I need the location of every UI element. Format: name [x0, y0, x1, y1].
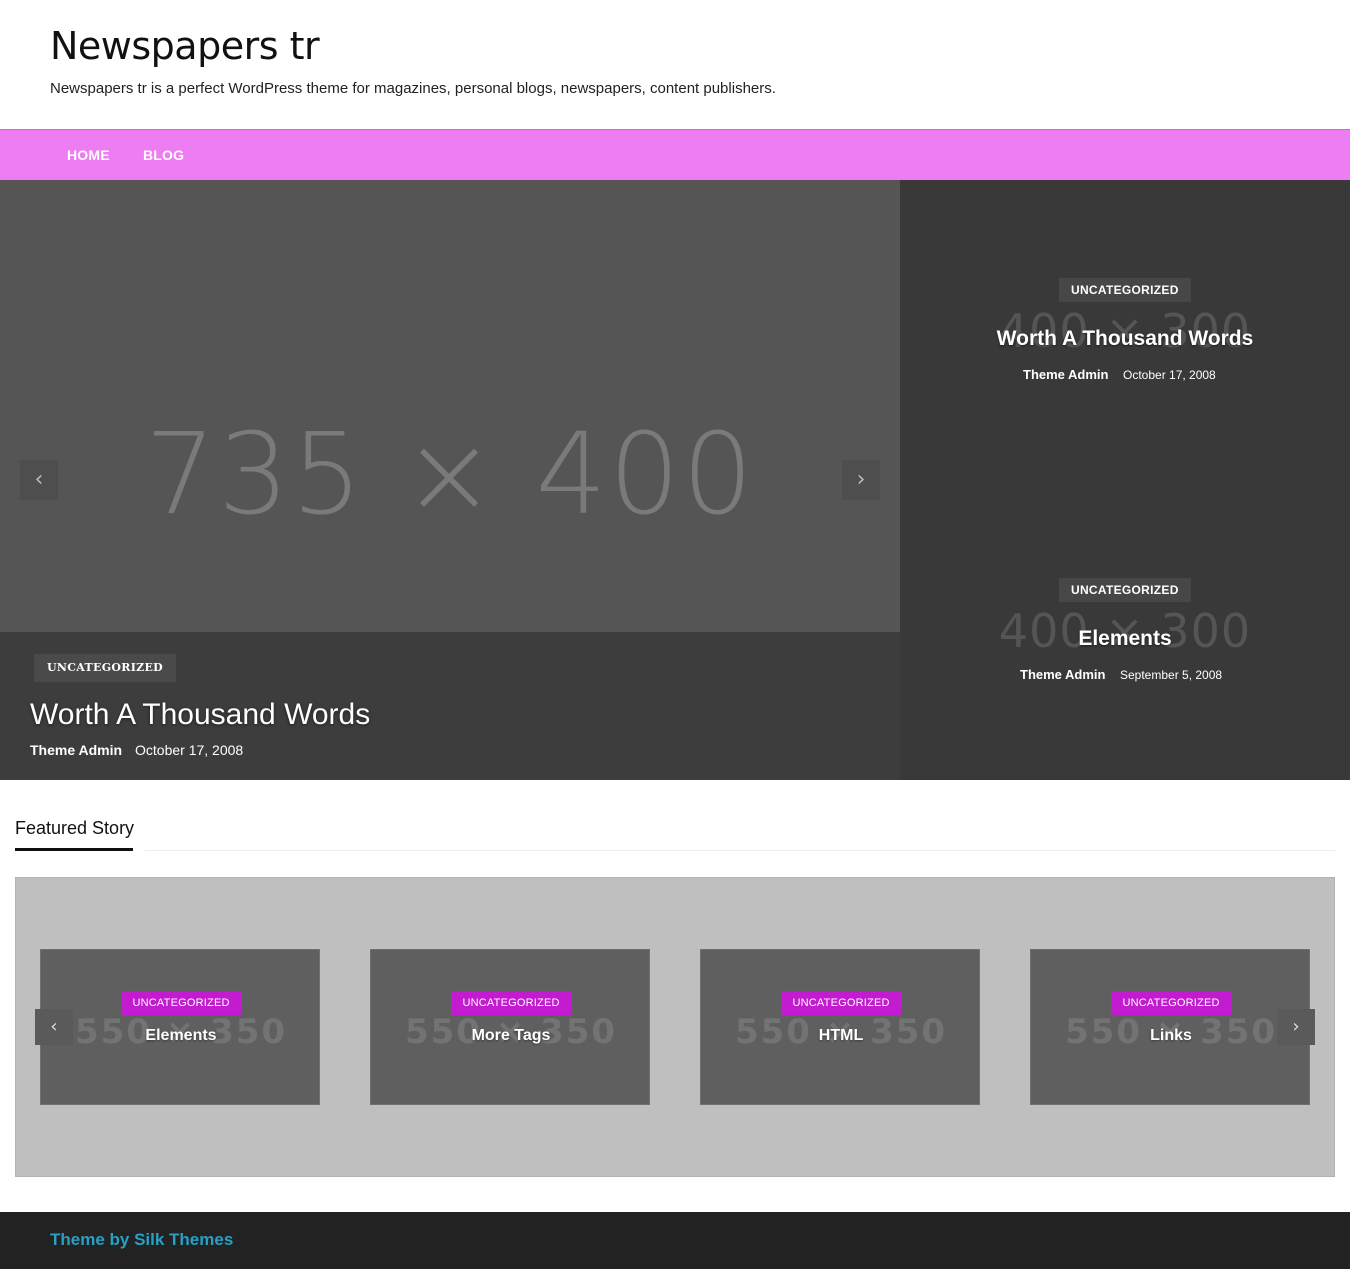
side-post-category-badge[interactable]: UNCATEGORIZED: [1059, 278, 1191, 302]
featured-card-title[interactable]: Elements: [41, 1027, 319, 1045]
site-title[interactable]: Newspapers tr: [50, 24, 320, 68]
featured-card-title[interactable]: More Tags: [371, 1027, 649, 1045]
hero-next-button[interactable]: ›: [842, 460, 880, 500]
main-navigation: HOME BLOG: [0, 129, 1350, 180]
featured-divider: [145, 850, 1335, 851]
footer-credit-link[interactable]: Theme by Silk Themes: [50, 1230, 233, 1250]
featured-heading-underline: [15, 848, 133, 851]
featured-card-category-badge[interactable]: UNCATEGORIZED: [780, 991, 902, 1015]
side-post-author[interactable]: Theme Admin: [1023, 367, 1108, 382]
chevron-left-icon: ‹: [50, 1016, 58, 1037]
featured-card-category-badge[interactable]: UNCATEGORIZED: [450, 991, 572, 1015]
site-description: Newspapers tr is a perfect WordPress the…: [50, 80, 776, 97]
nav-item-blog[interactable]: BLOG: [143, 147, 184, 163]
side-post-title[interactable]: Worth A Thousand Words: [900, 327, 1350, 351]
nav-item-home[interactable]: HOME: [67, 147, 110, 163]
featured-card-category-badge[interactable]: UNCATEGORIZED: [120, 991, 242, 1015]
featured-story-heading: Featured Story: [15, 818, 135, 838]
hero-prev-button[interactable]: ‹: [20, 460, 58, 500]
featured-card-title[interactable]: HTML: [701, 1027, 979, 1045]
side-post-author[interactable]: Theme Admin: [1020, 667, 1105, 682]
site-footer: Theme by Silk Themes: [0, 1212, 1350, 1269]
side-post-title[interactable]: Elements: [900, 627, 1350, 651]
featured-card[interactable]: 550 × 350 UNCATEGORIZED HTML: [700, 949, 980, 1105]
chevron-left-icon: ‹: [34, 467, 44, 492]
hero-category-badge[interactable]: UNCATEGORIZED: [34, 654, 177, 682]
featured-prev-button[interactable]: ‹: [35, 1009, 73, 1045]
hero-post-date: October 17, 2008: [135, 742, 244, 758]
side-post-category-badge[interactable]: UNCATEGORIZED: [1059, 578, 1191, 602]
chevron-right-icon: ›: [1292, 1016, 1300, 1037]
hero-slider: 735 × 400 UNCATEGORIZED Worth A Thousand…: [0, 180, 900, 780]
chevron-right-icon: ›: [856, 467, 866, 492]
featured-card[interactable]: 550 × 350 UNCATEGORIZED More Tags: [370, 949, 650, 1105]
side-post[interactable]: 400 × 300 UNCATEGORIZED Elements Theme A…: [900, 480, 1350, 780]
featured-card-title[interactable]: Links: [1031, 1027, 1309, 1045]
featured-card-category-badge[interactable]: UNCATEGORIZED: [1110, 991, 1232, 1015]
featured-card[interactable]: 550 × 350 UNCATEGORIZED Elements: [40, 949, 320, 1105]
featured-card[interactable]: 550 × 350 UNCATEGORIZED Links: [1030, 949, 1310, 1105]
hero-post-author[interactable]: Theme Admin: [30, 742, 122, 758]
featured-next-button[interactable]: ›: [1277, 1009, 1315, 1045]
side-post[interactable]: 400 × 300 UNCATEGORIZED Worth A Thousand…: [900, 180, 1350, 480]
side-post-date: September 5, 2008: [1120, 668, 1223, 682]
side-post-date: October 17, 2008: [1123, 368, 1216, 382]
site-header: Newspapers tr Newspapers tr is a perfect…: [0, 0, 1350, 129]
hero-post-title[interactable]: Worth A Thousand Words: [30, 698, 370, 732]
